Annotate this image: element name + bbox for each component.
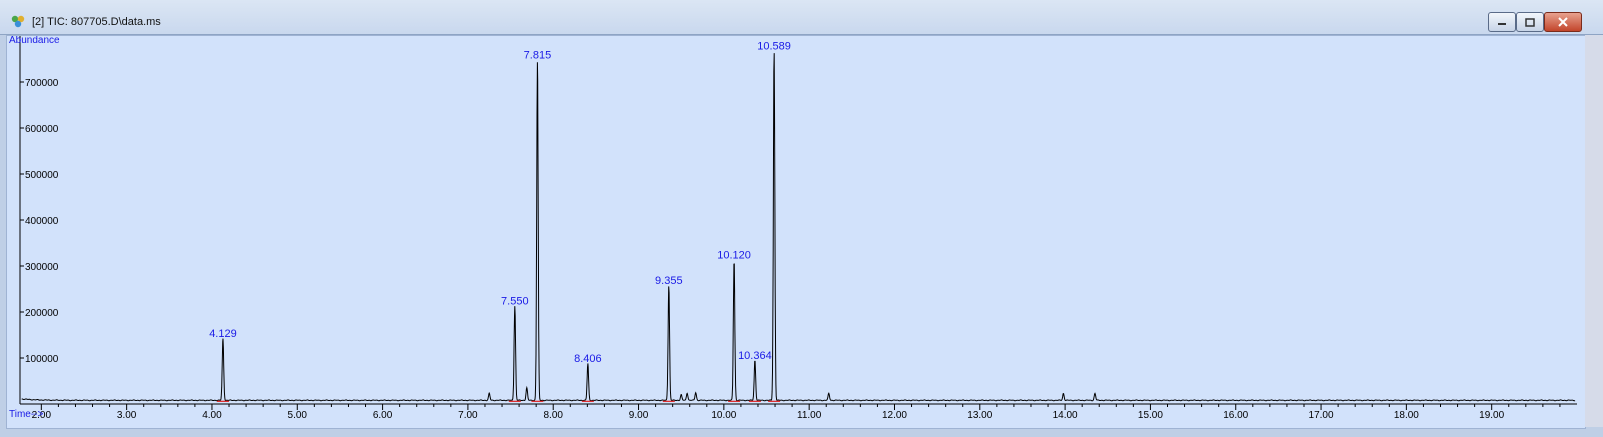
y-tick-label: 400000 — [25, 216, 59, 227]
close-button[interactable] — [1544, 12, 1582, 32]
y-tick-label: 200000 — [25, 308, 59, 319]
peak-labels: 4.129 7.550 7.815 8.406 9.355 10.120 10.364 10.… — [209, 40, 791, 365]
x-tick-label: 15.00 — [1138, 410, 1163, 421]
x-tick-label: 12.00 — [882, 410, 907, 421]
y-axis-label: Abundance — [9, 36, 60, 46]
peak-label: 4.129 — [209, 328, 237, 340]
x-tick-label: 9.00 — [629, 410, 649, 421]
x-tick-label: 19.00 — [1479, 410, 1504, 421]
x-axis-label: Time--> — [9, 409, 44, 420]
chromatogram-window: [2] TIC: 807705.D\data.ms 100000 200000 30… — [0, 0, 1603, 437]
title-bar[interactable]: [2] TIC: 807705.D\data.ms — [0, 0, 1603, 35]
peak-label: 8.406 — [574, 353, 602, 365]
peak-label: 10.120 — [717, 250, 751, 262]
x-tick-label: 11.00 — [797, 410, 822, 421]
chromatogram-chart[interactable]: 100000 200000 300000 400000 500000 600000 7000… — [7, 35, 1585, 428]
x-tick-label: 7.00 — [458, 410, 478, 421]
peak-label: 9.355 — [655, 275, 683, 287]
minimize-icon — [1498, 23, 1506, 25]
tic-trace — [21, 53, 1576, 402]
y-ticks: 100000 200000 300000 400000 500000 600000 7000… — [20, 78, 59, 365]
x-tick-label: 6.00 — [373, 410, 393, 421]
x-tick-label: 10.00 — [711, 410, 736, 421]
close-icon — [1558, 17, 1568, 27]
maximize-button[interactable] — [1516, 12, 1544, 32]
peak-label: 7.815 — [524, 50, 552, 62]
y-tick-label: 300000 — [25, 262, 59, 273]
x-tick-label: 5.00 — [288, 410, 308, 421]
x-tick-label: 13.00 — [967, 410, 992, 421]
maximize-icon — [1525, 17, 1535, 27]
x-tick-label: 4.00 — [202, 410, 222, 421]
x-tick-label: 3.00 — [117, 410, 137, 421]
minimize-button[interactable] — [1488, 12, 1516, 32]
window-edge — [1585, 35, 1603, 427]
peak-label: 10.364 — [738, 350, 772, 362]
y-tick-label: 700000 — [25, 78, 59, 89]
y-tick-label: 500000 — [25, 170, 59, 181]
x-tick-label: 17.00 — [1309, 410, 1334, 421]
chemstation-app-icon — [11, 15, 25, 28]
y-tick-label: 600000 — [25, 124, 59, 135]
x-tick-label: 14.00 — [1053, 410, 1078, 421]
x-tick-label: 8.00 — [543, 410, 563, 421]
x-tick-label: 16.00 — [1223, 410, 1248, 421]
y-tick-label: 100000 — [25, 354, 59, 365]
window-title: [2] TIC: 807705.D\data.ms — [32, 16, 161, 28]
x-tick-label: 18.00 — [1394, 410, 1419, 421]
peak-label: 7.550 — [501, 296, 529, 308]
x-ticks: 2.00 3.00 4.00 5.00 6.00 7.00 8.00 9.00 10.00 11.… — [32, 404, 1561, 421]
peak-label: 10.589 — [757, 40, 791, 52]
axes — [19, 36, 1577, 405]
plot-area[interactable]: 100000 200000 300000 400000 500000 600000 7000… — [6, 35, 1586, 429]
